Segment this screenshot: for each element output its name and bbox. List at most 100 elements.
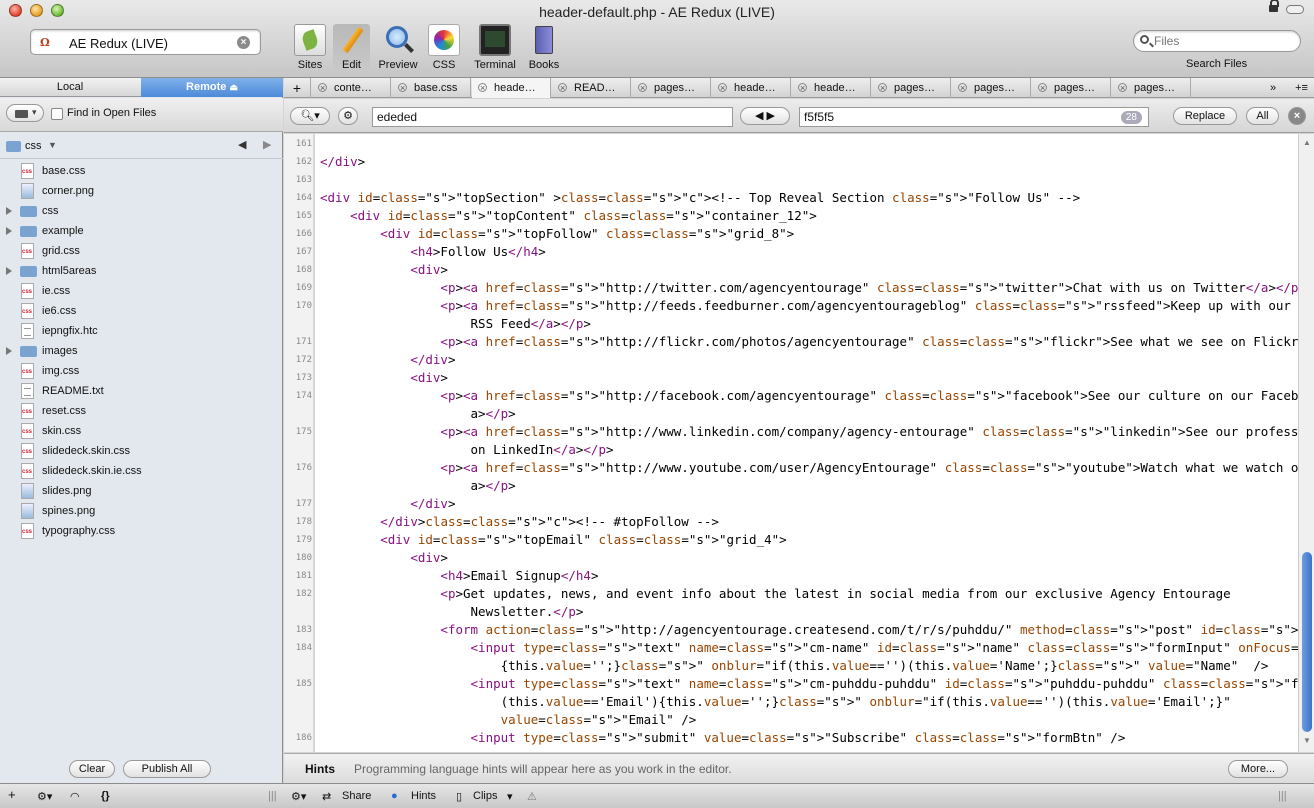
folder-menu-button[interactable] bbox=[6, 104, 44, 122]
braces-icon[interactable]: {} bbox=[101, 790, 110, 802]
scrollbar-thumb[interactable] bbox=[1302, 552, 1312, 732]
close-tab-icon[interactable] bbox=[878, 78, 887, 98]
toolbar-edit-button[interactable]: Edit bbox=[333, 24, 370, 71]
list-item[interactable]: grid.css bbox=[0, 241, 283, 261]
chevron-down-icon[interactable]: ▾ bbox=[507, 790, 513, 803]
list-item[interactable]: css bbox=[0, 201, 283, 221]
editor-tab[interactable]: pages… bbox=[952, 78, 1031, 98]
close-tab-icon[interactable] bbox=[318, 78, 327, 98]
list-item[interactable]: reset.css bbox=[0, 401, 283, 421]
disclosure-triangle-icon[interactable] bbox=[6, 347, 12, 355]
replace-button[interactable]: Replace bbox=[1173, 107, 1237, 125]
share-button[interactable]: Share bbox=[342, 790, 371, 802]
close-tab-icon[interactable] bbox=[798, 78, 807, 98]
current-folder-label[interactable]: css bbox=[25, 140, 42, 152]
hints-button[interactable]: Hints bbox=[411, 790, 436, 802]
replace-input[interactable]: f5f5f5 28 bbox=[799, 107, 1149, 127]
disclosure-triangle-icon[interactable] bbox=[6, 267, 12, 275]
line-number: 175 bbox=[295, 427, 312, 437]
code-line: RSS Feed</a></p> bbox=[320, 316, 591, 331]
editor-tab-active[interactable]: heade… bbox=[472, 78, 551, 98]
regex-options-icon[interactable]: ⚙ bbox=[338, 107, 358, 125]
list-item[interactable]: iepngfix.htc bbox=[0, 321, 283, 341]
editor-tab[interactable]: conte… bbox=[312, 78, 391, 98]
tab-overflow-icon[interactable]: » bbox=[1262, 78, 1284, 98]
list-item[interactable]: ie6.css bbox=[0, 301, 283, 321]
toolbar-books-button[interactable]: Books bbox=[527, 24, 561, 71]
clips-button[interactable]: Clips bbox=[473, 790, 497, 802]
list-item[interactable]: typography.css bbox=[0, 521, 283, 541]
close-tab-icon[interactable] bbox=[1118, 78, 1127, 98]
search-options-button[interactable]: 🔍︎▾ bbox=[290, 107, 330, 125]
splitter-handle-icon[interactable]: ||| bbox=[1278, 790, 1287, 802]
tab-list-icon[interactable]: +≡ bbox=[1289, 78, 1314, 98]
list-item[interactable]: base.css bbox=[0, 161, 283, 181]
editor-tab[interactable]: heade… bbox=[792, 78, 871, 98]
file-search-input[interactable] bbox=[1154, 34, 1294, 48]
toolbar-terminal-button[interactable]: Terminal bbox=[470, 24, 520, 71]
editor-tab[interactable]: base.css bbox=[392, 78, 471, 98]
list-item[interactable]: slidedeck.skin.ie.css bbox=[0, 461, 283, 481]
list-item[interactable]: spines.png bbox=[0, 501, 283, 521]
toolbar-toggle-button[interactable] bbox=[1286, 5, 1304, 14]
list-item[interactable]: ie.css bbox=[0, 281, 283, 301]
find-prev-next-buttons[interactable]: ◀ ▶ bbox=[740, 107, 790, 125]
new-tab-button[interactable]: + bbox=[284, 78, 311, 98]
close-tab-icon[interactable] bbox=[1038, 78, 1047, 98]
list-item[interactable]: corner.png bbox=[0, 181, 283, 201]
close-tab-icon[interactable] bbox=[638, 78, 647, 98]
editor-tab[interactable]: READ… bbox=[552, 78, 631, 98]
list-item[interactable]: skin.css bbox=[0, 421, 283, 441]
list-item[interactable]: html5areas bbox=[0, 261, 283, 281]
scroll-up-icon[interactable]: ▲ bbox=[1303, 138, 1311, 147]
list-item[interactable]: slidedeck.skin.css bbox=[0, 441, 283, 461]
list-item[interactable]: README.txt bbox=[0, 381, 283, 401]
publish-all-button[interactable]: Publish All bbox=[123, 760, 211, 778]
vertical-scrollbar[interactable]: ▲ ▼ bbox=[1298, 134, 1314, 752]
clear-site-icon[interactable]: × bbox=[237, 36, 250, 49]
splitter-handle-icon[interactable]: ||| bbox=[268, 790, 277, 802]
file-search-field[interactable] bbox=[1133, 30, 1301, 52]
toolbar-sites-button[interactable]: Sites bbox=[294, 24, 326, 71]
tab-remote[interactable]: Remote ⏏ bbox=[141, 78, 283, 97]
find-in-open-files-checkbox[interactable] bbox=[51, 108, 63, 120]
scroll-down-icon[interactable]: ▼ bbox=[1303, 736, 1311, 745]
toolbar-preview-button[interactable]: Preview bbox=[377, 24, 419, 71]
list-item[interactable]: slides.png bbox=[0, 481, 283, 501]
more-button[interactable]: More... bbox=[1228, 760, 1288, 778]
gear-icon[interactable]: ⚙▾ bbox=[37, 790, 52, 803]
close-tab-icon[interactable] bbox=[718, 78, 727, 98]
code-line: <p><a href=class="s">"http://twitter.com… bbox=[440, 280, 1298, 295]
back-arrow-icon[interactable]: ◀ bbox=[238, 138, 246, 151]
lock-icon bbox=[1269, 0, 1279, 14]
gear-icon[interactable]: ⚙▾ bbox=[291, 790, 306, 803]
toolbar-css-button[interactable]: CSS bbox=[428, 24, 460, 71]
site-selector[interactable]: Ω AE Redux (LIVE) × bbox=[30, 29, 261, 55]
tab-local[interactable]: Local bbox=[0, 78, 140, 97]
forward-arrow-icon[interactable]: ▶ bbox=[263, 138, 271, 151]
rss-icon[interactable]: ◠ bbox=[70, 790, 80, 803]
close-tab-icon[interactable] bbox=[958, 78, 967, 98]
code-line: <form action=class="s">"http://agencyent… bbox=[440, 622, 1298, 637]
replace-all-button[interactable]: All bbox=[1246, 107, 1279, 125]
add-icon[interactable]: + bbox=[8, 787, 16, 802]
code-editor[interactable]: </div> <div id=class="s">"topSection" >cl… bbox=[315, 134, 1298, 752]
disclosure-triangle-icon[interactable] bbox=[6, 227, 12, 235]
close-tab-icon[interactable] bbox=[558, 78, 567, 98]
close-tab-icon[interactable] bbox=[478, 78, 487, 98]
list-item[interactable]: example bbox=[0, 221, 283, 241]
close-tab-icon[interactable] bbox=[398, 78, 407, 98]
clear-button[interactable]: Clear bbox=[69, 760, 115, 778]
editor-tab[interactable]: pages… bbox=[872, 78, 951, 98]
list-item[interactable]: img.css bbox=[0, 361, 283, 381]
chevron-down-icon[interactable]: ▼ bbox=[48, 140, 57, 150]
list-item[interactable]: images bbox=[0, 341, 283, 361]
editor-tab[interactable]: heade… bbox=[712, 78, 791, 98]
code-line: <input type=class="s">"text" name=class=… bbox=[470, 676, 1298, 691]
editor-tab[interactable]: pages… bbox=[1032, 78, 1111, 98]
close-find-icon[interactable]: × bbox=[1288, 107, 1306, 125]
find-input[interactable]: ededed bbox=[372, 107, 733, 127]
disclosure-triangle-icon[interactable] bbox=[6, 207, 12, 215]
editor-tab[interactable]: pages… bbox=[632, 78, 711, 98]
editor-tab[interactable]: pages… bbox=[1112, 78, 1191, 98]
